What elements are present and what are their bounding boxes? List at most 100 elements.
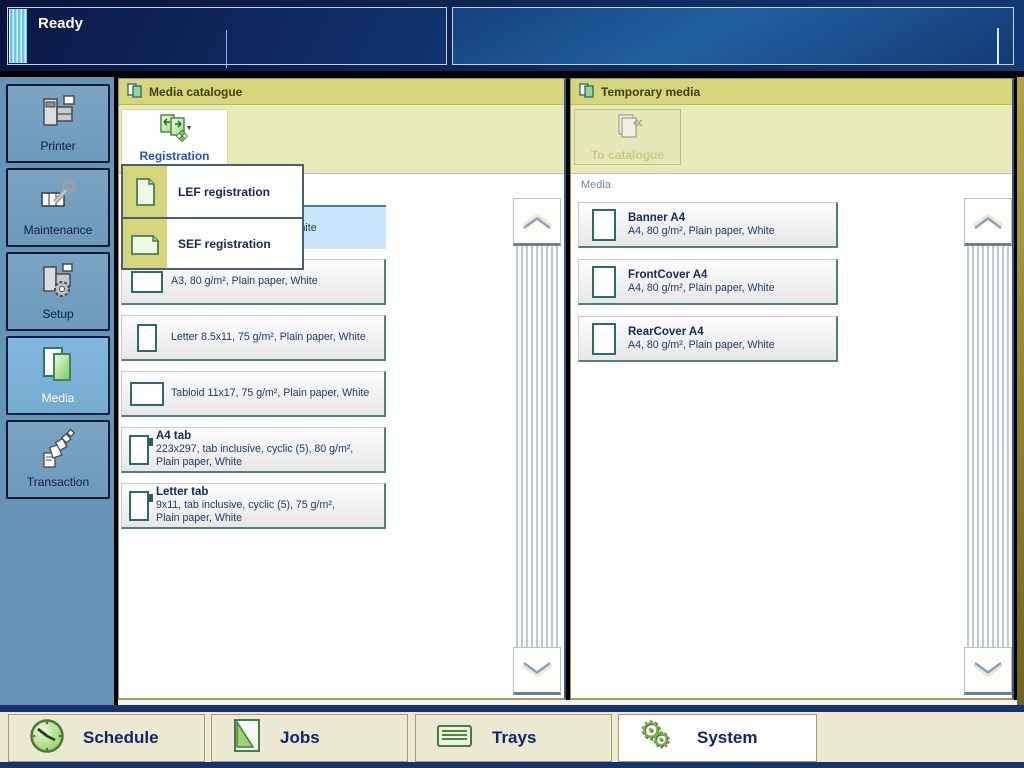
menu-item-label: SEF registration xyxy=(167,219,271,268)
sidebar-item-label: Maintenance xyxy=(24,223,93,237)
printer-status-text: Ready xyxy=(38,15,83,32)
menu-item-lef-registration[interactable]: LEF registration xyxy=(123,166,302,217)
temporary-media-toolbar: To catalogue xyxy=(571,105,1012,173)
menu-item-label: LEF registration xyxy=(167,166,270,217)
panel-title: Media catalogue xyxy=(149,85,242,99)
panel-title: Temporary media xyxy=(601,85,700,99)
left-sidebar: Printer Maintenance Setup xyxy=(0,77,114,705)
temporary-media-panel: Temporary media To catalogue Media xyxy=(570,78,1014,700)
sidebar-item-setup[interactable]: Setup xyxy=(6,252,110,331)
registration-dropdown-menu: LEF registration SEF registration xyxy=(121,164,304,270)
media-item-title: FrontCover A4 xyxy=(628,269,775,282)
paper-portrait-icon xyxy=(579,266,628,298)
media-item-letter-tab[interactable]: Letter tab 9x11, tab inclusive, cyclic (… xyxy=(121,483,386,529)
temporary-media-header: Temporary media xyxy=(571,79,1012,105)
secondary-status-panel xyxy=(452,7,1014,65)
sidebar-item-printer[interactable]: Printer xyxy=(6,84,110,163)
media-item-desc: Tabloid 11x17, 75 g/m², Plain paper, Whi… xyxy=(171,387,369,400)
to-catalogue-button[interactable]: To catalogue xyxy=(574,109,681,165)
paper-portrait-icon xyxy=(122,324,171,352)
temp-media-item-rearcover-a4[interactable]: RearCover A4 A4, 80 g/m², Plain paper, W… xyxy=(578,316,838,362)
media-item-letter[interactable]: Letter 8.5x11, 75 g/m², Plain paper, Whi… xyxy=(121,315,386,361)
media-catalogue-header: Media catalogue xyxy=(119,79,564,105)
chevron-up-icon xyxy=(518,212,556,230)
scrollbar-track[interactable] xyxy=(964,246,1012,647)
tab-trays[interactable]: Trays xyxy=(415,714,612,762)
sidebar-item-label: Printer xyxy=(40,139,75,153)
paper-tab-icon xyxy=(122,491,156,521)
transaction-icon xyxy=(8,422,108,475)
chevron-down-icon xyxy=(518,661,556,679)
status-stripe-indicator-icon xyxy=(9,9,27,63)
scroll-down-button[interactable] xyxy=(513,647,561,695)
sidebar-item-transaction[interactable]: Transaction xyxy=(6,420,110,499)
sidebar-item-media[interactable]: Media xyxy=(6,336,110,415)
media-item-desc2: Plain paper, White xyxy=(156,456,353,469)
media-item-a4-tab[interactable]: A4 tab 223x297, tab inclusive, cyclic (5… xyxy=(121,427,386,473)
media-pages-icon xyxy=(579,83,594,101)
scroll-up-button[interactable] xyxy=(964,198,1012,246)
to-catalogue-icon xyxy=(611,113,645,146)
tab-schedule[interactable]: Schedule xyxy=(8,714,205,762)
media-item-desc: A3, 80 g/m², Plain paper, White xyxy=(171,275,318,288)
media-item-title: RearCover A4 xyxy=(628,326,775,339)
tab-label: Schedule xyxy=(83,728,159,748)
printer-status-panel: Ready xyxy=(7,7,447,65)
media-item-tabloid[interactable]: Tabloid 11x17, 75 g/m², Plain paper, Whi… xyxy=(121,371,386,417)
screen-right-edge xyxy=(1017,77,1024,705)
temp-media-item-frontcover-a4[interactable]: FrontCover A4 A4, 80 g/m², Plain paper, … xyxy=(578,259,838,305)
chevron-down-icon xyxy=(969,661,1007,679)
maintenance-icon xyxy=(8,170,108,223)
top-status-bar: Ready xyxy=(0,0,1024,71)
setup-icon xyxy=(8,254,108,307)
media-pages-icon xyxy=(127,83,142,101)
media-item-desc: A4, 80 g/m², Plain paper, White xyxy=(628,339,775,352)
paper-portrait-icon xyxy=(579,209,628,241)
sidebar-item-label: Media xyxy=(42,391,75,405)
bottom-separator xyxy=(0,705,1024,712)
sidebar-item-maintenance[interactable]: Maintenance xyxy=(6,168,110,247)
sidebar-item-label: Setup xyxy=(42,307,73,321)
chevron-up-icon xyxy=(969,212,1007,230)
lef-page-icon xyxy=(123,166,167,217)
sidebar-item-label: Transaction xyxy=(27,475,89,489)
registration-button[interactable]: Registration xyxy=(121,109,228,165)
media-item-title: A4 tab xyxy=(156,430,353,443)
status-panel-divider xyxy=(226,30,227,68)
media-item-desc: A4, 80 g/m², Plain paper, White xyxy=(628,225,775,238)
secondary-panel-divider xyxy=(997,28,999,64)
system-gears-icon: ⚙⚙ xyxy=(639,720,679,756)
jobs-page-icon xyxy=(232,718,262,759)
media-item-desc: A4, 80 g/m², Plain paper, White xyxy=(628,282,775,295)
scrollbar-track[interactable] xyxy=(513,246,561,647)
media-item-desc: 223x297, tab inclusive, cyclic (5), 80 g… xyxy=(156,443,353,456)
media-item-desc: 9x11, tab inclusive, cyclic (5), 75 g/m²… xyxy=(156,499,335,512)
paper-landscape-icon xyxy=(122,382,171,406)
tab-label: Trays xyxy=(492,728,536,748)
tab-system[interactable]: ⚙⚙ System xyxy=(618,714,817,762)
scroll-down-button[interactable] xyxy=(964,647,1012,695)
media-item-title: Letter tab xyxy=(156,486,335,499)
media-catalogue-toolbar: Registration xyxy=(119,105,564,173)
tab-label: System xyxy=(697,728,757,748)
temp-media-item-banner-a4[interactable]: Banner A4 A4, 80 g/m², Plain paper, Whit… xyxy=(578,202,838,248)
media-section-label: Media xyxy=(571,173,1012,196)
paper-portrait-icon xyxy=(579,323,628,355)
printer-icon xyxy=(8,86,108,139)
schedule-clock-icon xyxy=(29,718,65,759)
menu-item-sef-registration[interactable]: SEF registration xyxy=(123,217,302,268)
tab-label: Jobs xyxy=(280,728,320,748)
to-catalogue-button-label: To catalogue xyxy=(591,148,664,162)
tab-jobs[interactable]: Jobs xyxy=(211,714,408,762)
media-icon xyxy=(8,338,108,391)
screen-bottom-edge xyxy=(0,762,1024,768)
sef-page-icon xyxy=(123,219,167,268)
trays-icon xyxy=(436,723,474,754)
media-item-title: Banner A4 xyxy=(628,212,775,225)
scroll-up-button[interactable] xyxy=(513,198,561,246)
registration-icon xyxy=(158,112,192,147)
paper-landscape-icon xyxy=(122,271,171,293)
paper-tab-icon xyxy=(122,435,156,465)
registration-button-label: Registration xyxy=(139,149,209,163)
media-item-desc2: Plain paper, White xyxy=(156,512,335,525)
